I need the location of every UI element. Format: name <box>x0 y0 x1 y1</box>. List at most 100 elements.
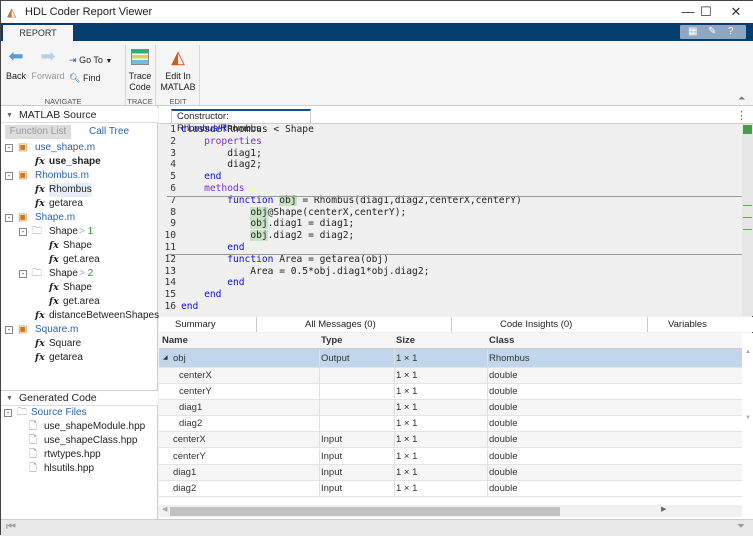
collapse-node-icon[interactable]: - <box>5 326 13 334</box>
tree-item[interactable]: fx getarea <box>1 351 158 365</box>
code-line[interactable]: 11 end <box>159 242 742 254</box>
code-lines[interactable]: 1 classdefRhombus < Shape 2 properties 3 di… <box>159 124 742 313</box>
tree-item[interactable]: - ▣ Shape.m <box>1 211 158 225</box>
column-header[interactable]: Name <box>162 333 188 349</box>
code-line[interactable]: 3 diag1; <box>159 148 742 160</box>
tree-item[interactable]: fx use_shape <box>1 155 158 169</box>
function-list-tab[interactable]: Function List <box>5 125 71 139</box>
tab-all-messages[interactable]: All Messages (0) <box>257 317 452 332</box>
code-line[interactable]: 4 diag2; <box>159 159 742 171</box>
tree-item[interactable]: - ▣ Rhombus.m <box>1 169 158 183</box>
scroll-left-icon[interactable]: ◀ <box>162 505 167 513</box>
tab-summary[interactable]: Summary <box>159 317 257 332</box>
code-line[interactable]: 1 classdefRhombus < Shape <box>159 124 742 136</box>
horizontal-scrollbar[interactable]: ◀ ▶ <box>159 505 742 517</box>
tree-item[interactable]: - ▣ use_shape.m <box>1 141 158 155</box>
table-row[interactable]: diag2 1 × 1 double <box>159 416 742 433</box>
back-button[interactable]: ⬅ Back <box>5 47 27 81</box>
collapse-toolstrip-icon[interactable]: ⏶ <box>738 93 745 104</box>
forward-button[interactable]: ➡ Forward <box>31 47 65 81</box>
tree-item[interactable]: fx Shape <box>1 281 158 295</box>
table-row[interactable]: diag1 1 × 1 double <box>159 400 742 417</box>
tree-item[interactable]: fx distanceBetweenShapes <box>1 309 159 323</box>
collapse-node-icon[interactable]: - <box>5 172 13 180</box>
tree-item[interactable]: - ▣ Square.m <box>1 323 158 337</box>
file-item[interactable]: 🗋 use_shapeModule.hpp <box>1 420 158 434</box>
tab-code-insights[interactable]: Code Insights (0) <box>452 317 648 332</box>
close-button[interactable]: ✕ <box>721 3 751 21</box>
table-row[interactable]: centerX 1 × 1 double <box>159 368 742 384</box>
column-header[interactable]: Size <box>396 333 415 349</box>
table-row[interactable]: diag2 Input 1 × 1 double <box>159 480 742 497</box>
preferences-icon[interactable]: ✎ <box>708 25 716 39</box>
layout-icon[interactable]: ▦ <box>688 25 697 39</box>
find-button[interactable]: 🔍︎ Find <box>69 73 100 84</box>
cell-size: 1 × 1 <box>396 353 418 364</box>
table-row[interactable]: ◢ obj Output 1 × 1 Rhombus <box>159 349 742 368</box>
edit-in-matlab-button[interactable]: ◭ Edit In MATLAB <box>158 48 198 93</box>
expand-icon[interactable]: ◢ <box>163 349 168 368</box>
file-item[interactable]: 🗋 hlsutils.hpp <box>1 462 158 476</box>
tree-item[interactable]: fx get.area <box>1 295 158 309</box>
code-line[interactable]: 2 properties <box>159 136 742 148</box>
scroll-right-icon[interactable]: ▶ <box>661 505 666 513</box>
tree-item[interactable]: fx Shape <box>1 239 158 253</box>
scroll-down-icon[interactable]: ▼ <box>742 415 753 421</box>
table-row[interactable]: centerX Input 1 × 1 double <box>159 432 742 449</box>
code-line[interactable]: 12 function Area = getarea(obj) <box>159 254 742 266</box>
table-row[interactable]: diag1 Input 1 × 1 double <box>159 464 742 481</box>
code-line[interactable]: 15 end <box>159 289 742 301</box>
matlab-source-header[interactable]: ▼ MATLAB Source <box>1 108 158 123</box>
function-icon: fx <box>49 296 59 307</box>
file-item[interactable]: 🗋 rtwtypes.hpp <box>1 448 158 462</box>
cell-type: Output <box>321 353 350 364</box>
tree-item[interactable]: fx get.area <box>1 253 158 267</box>
collapse-node-icon[interactable]: - <box>19 228 27 236</box>
editor-tab[interactable]: Constructor: Rhombus/Rhombus <box>171 109 311 134</box>
scroll-up-icon[interactable]: ▲ <box>742 349 753 355</box>
collapse-node-icon[interactable]: - <box>4 409 12 417</box>
tree-item[interactable]: - 🗀 Shape > 2 <box>1 267 158 281</box>
generated-code-label: Generated Code <box>19 392 97 404</box>
call-tree-tab[interactable]: Call Tree <box>89 125 129 139</box>
vertical-scrollbar[interactable]: ▲ ▼ <box>742 349 753 517</box>
source-files-node[interactable]: - 🗀 Source Files <box>1 406 158 420</box>
code-line[interactable]: 16 end <box>159 301 742 313</box>
tree-item[interactable]: - 🗀 Shape > 1 <box>1 225 158 239</box>
marker[interactable] <box>743 205 752 206</box>
maximize-button[interactable]: ☐ <box>691 3 721 21</box>
more-options-icon[interactable]: ⋮ <box>736 109 747 122</box>
collapse-bottom-panel-icon[interactable]: ⏷ <box>737 521 745 532</box>
code-line[interactable]: 14 end <box>159 277 742 289</box>
code-line[interactable]: 13 Area = 0.5*obj.diag1*obj.diag2; <box>159 266 742 278</box>
code-line[interactable]: 9 obj.diag1 = diag1; <box>159 218 742 230</box>
tab-report[interactable]: REPORT <box>3 25 73 41</box>
collapse-left-panel-icon[interactable]: ⏮ <box>6 521 16 534</box>
collapse-node-icon[interactable]: - <box>19 270 27 278</box>
code-line[interactable]: 10 obj.diag2 = diag2; <box>159 230 742 242</box>
scrollbar-thumb[interactable] <box>170 507 560 516</box>
tree-item[interactable]: fx Square <box>1 337 158 351</box>
trace-code-button[interactable]: Trace Code <box>127 49 153 93</box>
code-line[interactable]: 6 methods <box>159 183 742 195</box>
generated-code-header[interactable]: ▼ Generated Code <box>1 391 158 406</box>
tree-item[interactable]: fx getarea <box>1 197 158 211</box>
collapse-node-icon[interactable]: - <box>5 144 13 152</box>
code-token: methods <box>204 182 245 194</box>
help-icon[interactable]: ? <box>728 25 734 39</box>
tree-item[interactable]: fx Rhombus <box>1 183 158 197</box>
code-overview-bar[interactable] <box>742 124 753 316</box>
file-item[interactable]: 🗋 use_shapeClass.hpp <box>1 434 158 448</box>
tab-variables[interactable]: Variables <box>648 317 753 332</box>
collapse-node-icon[interactable]: - <box>5 214 13 222</box>
code-line[interactable]: 5 end <box>159 171 742 183</box>
code-line[interactable]: 8 obj@Shape(centerX,centerY); <box>159 206 742 219</box>
table-row[interactable]: centerY Input 1 × 1 double <box>159 448 742 465</box>
table-row[interactable]: centerY 1 × 1 double <box>159 384 742 401</box>
column-header[interactable]: Class <box>489 333 514 349</box>
goto-button[interactable]: ⇥ Go To ▼ <box>69 55 112 66</box>
column-header[interactable]: Type <box>321 333 342 349</box>
marker[interactable] <box>743 229 752 230</box>
marker[interactable] <box>743 217 752 218</box>
